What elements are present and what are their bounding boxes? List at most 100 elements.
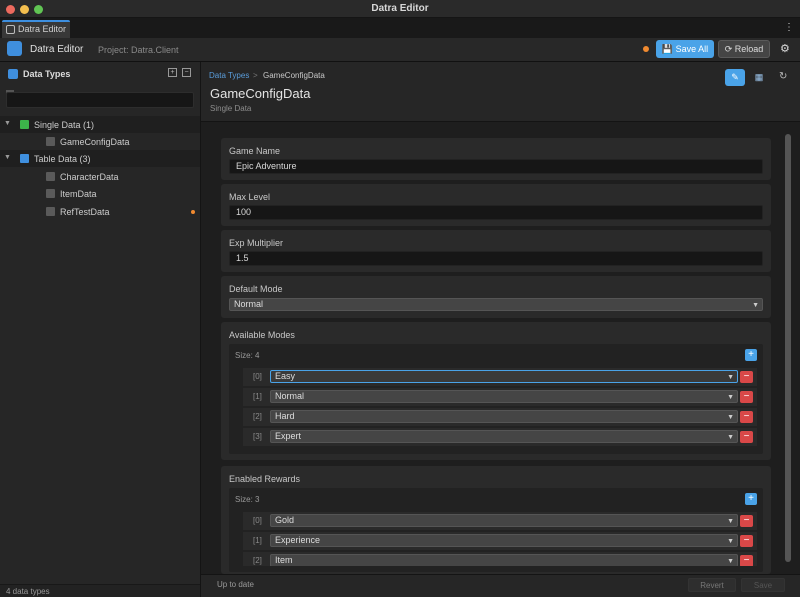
data-file-icon bbox=[46, 189, 55, 198]
remove-item-button[interactable]: − bbox=[740, 411, 753, 423]
reward-select[interactable]: Gold ▼ bbox=[270, 514, 738, 527]
field-game-name: Game Name Epic Adventure bbox=[221, 138, 771, 180]
more-menu-icon[interactable]: ⋮ bbox=[784, 22, 794, 33]
page-header: Data Types > GameConfigData GameConfigDa… bbox=[201, 62, 800, 122]
tree-item-label: CharacterData bbox=[60, 172, 119, 182]
table-view-icon[interactable]: ▦ bbox=[749, 69, 769, 86]
gear-icon[interactable]: ⚙ bbox=[780, 42, 790, 55]
item-index: [3] bbox=[253, 432, 262, 441]
list-item: [2] Item ▼ − bbox=[243, 552, 757, 566]
tree-group-table-data[interactable]: ▼ Table Data (3) bbox=[0, 150, 200, 167]
revert-button[interactable]: Revert bbox=[688, 578, 736, 592]
tree-item-characterdata[interactable]: CharacterData bbox=[0, 168, 200, 185]
remove-item-button[interactable]: − bbox=[740, 391, 753, 403]
data-file-icon bbox=[46, 172, 55, 181]
field-label: Exp Multiplier bbox=[229, 238, 283, 248]
field-exp-multiplier: Exp Multiplier 1.5 bbox=[221, 230, 771, 272]
tab-bar: Datra Editor ⋮ bbox=[0, 18, 800, 38]
tree-group-single-data[interactable]: ▼ Single Data (1) bbox=[0, 116, 200, 133]
exp-multiplier-input[interactable]: 1.5 bbox=[229, 251, 763, 266]
mode-select[interactable]: Easy ▼ bbox=[270, 370, 738, 383]
chevron-down-icon: ▼ bbox=[727, 432, 734, 443]
item-index: [2] bbox=[253, 556, 262, 565]
tab-label: Datra Editor bbox=[18, 24, 66, 34]
main-panel: Data Types > GameConfigData GameConfigDa… bbox=[201, 62, 800, 597]
footer-bar: Up to date Revert Save bbox=[201, 574, 800, 597]
tab-datra-editor[interactable]: Datra Editor bbox=[2, 20, 70, 38]
sidebar-header: Data Types + − bbox=[0, 62, 201, 86]
remove-item-button[interactable]: − bbox=[740, 555, 753, 566]
single-data-icon bbox=[20, 120, 29, 129]
reload-button[interactable]: ⟳ Reload bbox=[718, 40, 770, 58]
select-value: Gold bbox=[275, 515, 294, 525]
tree-item-reftestdata[interactable]: RefTestData bbox=[0, 203, 200, 220]
remove-item-button[interactable]: − bbox=[740, 371, 753, 383]
tree-item-itemdata[interactable]: ItemData bbox=[0, 185, 200, 202]
item-index: [0] bbox=[253, 516, 262, 525]
refresh-icon[interactable]: ↻ bbox=[779, 71, 787, 82]
list-item: [1] Experience ▼ − bbox=[243, 532, 757, 550]
add-item-button[interactable]: + bbox=[745, 493, 757, 505]
mode-select[interactable]: Hard ▼ bbox=[270, 410, 738, 423]
remove-item-button[interactable]: − bbox=[740, 515, 753, 527]
form-view-icon[interactable]: ✎ bbox=[725, 69, 745, 86]
item-index: [1] bbox=[253, 536, 262, 545]
expand-all-icon[interactable]: + bbox=[168, 68, 177, 77]
data-types-icon bbox=[8, 69, 18, 79]
sidebar: Data Types + − ▼ Single Data (1) GameCon… bbox=[0, 62, 201, 597]
save-status: Up to date bbox=[217, 580, 254, 589]
search-input[interactable] bbox=[6, 92, 194, 108]
field-label: Enabled Rewards bbox=[229, 474, 300, 484]
list-size: Size: 3 bbox=[235, 495, 259, 504]
list-item: [2] Hard ▼ − bbox=[243, 408, 757, 426]
default-mode-select[interactable]: Normal ▼ bbox=[229, 298, 763, 311]
save-all-button[interactable]: 💾 Save All bbox=[656, 40, 714, 58]
collapse-all-icon[interactable]: − bbox=[182, 68, 191, 77]
tree-group-label: Table Data (3) bbox=[34, 154, 91, 164]
max-level-input[interactable]: 100 bbox=[229, 205, 763, 220]
field-label: Game Name bbox=[229, 146, 280, 156]
scrollbar[interactable] bbox=[785, 134, 791, 562]
remove-item-button[interactable]: − bbox=[740, 535, 753, 547]
game-name-input[interactable]: Epic Adventure bbox=[229, 159, 763, 174]
list-item: [3] Expert ▼ − bbox=[243, 428, 757, 446]
chevron-down-icon: ▼ bbox=[727, 556, 734, 566]
page-title: GameConfigData bbox=[210, 86, 310, 101]
select-value: Normal bbox=[275, 391, 304, 401]
tree-item-gameconfigdata[interactable]: GameConfigData bbox=[0, 133, 200, 150]
page-subtitle: Single Data bbox=[210, 104, 251, 113]
select-value: Normal bbox=[234, 299, 263, 309]
field-label: Default Mode bbox=[229, 284, 283, 294]
reward-select[interactable]: Item ▼ bbox=[270, 554, 738, 566]
field-default-mode: Default Mode Normal ▼ bbox=[221, 276, 771, 318]
field-max-level: Max Level 100 bbox=[221, 184, 771, 226]
mode-select[interactable]: Expert ▼ bbox=[270, 430, 738, 443]
breadcrumb-root[interactable]: Data Types bbox=[209, 71, 249, 80]
save-button[interactable]: Save bbox=[741, 578, 785, 592]
data-file-icon bbox=[46, 137, 55, 146]
chevron-down-icon[interactable]: ▼ bbox=[4, 120, 11, 127]
data-file-icon bbox=[46, 207, 55, 216]
item-index: [1] bbox=[253, 392, 262, 401]
unsaved-indicator bbox=[643, 46, 649, 52]
tree-item-label: RefTestData bbox=[60, 207, 110, 217]
reward-select[interactable]: Experience ▼ bbox=[270, 534, 738, 547]
field-enabled-rewards: Enabled Rewards Size: 3 + [0] Gold ▼ − [… bbox=[221, 466, 771, 574]
window-title: Datra Editor bbox=[0, 3, 800, 14]
app-toolbar: Datra Editor Project: Datra.Client 💾 Sav… bbox=[0, 38, 800, 62]
item-index: [2] bbox=[253, 412, 262, 421]
remove-item-button[interactable]: − bbox=[740, 431, 753, 443]
mode-select[interactable]: Normal ▼ bbox=[270, 390, 738, 403]
chevron-down-icon: ▼ bbox=[727, 536, 734, 547]
select-value: Expert bbox=[275, 431, 301, 441]
add-item-button[interactable]: + bbox=[745, 349, 757, 361]
list-item: [0] Easy ▼ − bbox=[243, 368, 757, 386]
select-value: Experience bbox=[275, 535, 320, 545]
tree-item-label: ItemData bbox=[60, 189, 97, 199]
chevron-down-icon: ▼ bbox=[727, 412, 734, 423]
field-available-modes: Available Modes Size: 4 + [0] Easy ▼ − [… bbox=[221, 322, 771, 460]
chevron-down-icon[interactable]: ▼ bbox=[4, 154, 11, 161]
chevron-down-icon: ▼ bbox=[727, 516, 734, 527]
sidebar-status: 4 data types bbox=[0, 584, 200, 597]
list-size: Size: 4 bbox=[235, 351, 259, 360]
